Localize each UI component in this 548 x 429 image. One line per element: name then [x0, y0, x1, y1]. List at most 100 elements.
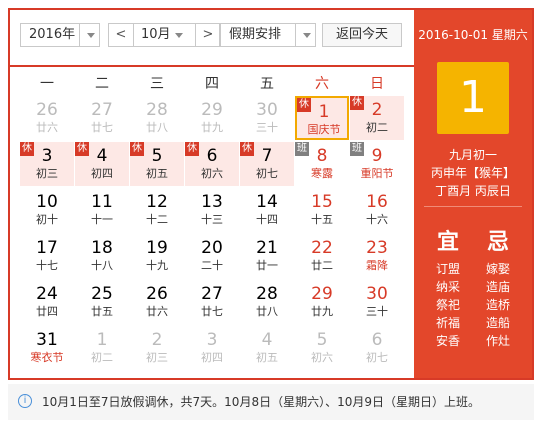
- day-cell[interactable]: 3 初四: [185, 326, 239, 370]
- day-number: 17: [36, 238, 58, 258]
- lunar-date: 九月初一: [448, 148, 497, 162]
- lunar-label: 初二: [366, 121, 388, 134]
- day-cell[interactable]: 5 初六: [295, 326, 349, 370]
- lunar-label: 初二: [91, 351, 113, 364]
- day-cell[interactable]: 4 初五: [240, 326, 294, 370]
- lunar-label: 廿四: [36, 305, 58, 318]
- day-cell[interactable]: 29 廿九: [295, 280, 349, 324]
- day-cell[interactable]: 13 十三: [185, 188, 239, 232]
- day-number: 3: [206, 330, 218, 350]
- day-number: 30: [366, 284, 388, 304]
- calendar-main: 2016年 < 10月 > 假期安排 返回今天 一 二 三 四 五 六 日 26…: [10, 10, 414, 378]
- day-cell[interactable]: 25 廿五: [75, 280, 129, 324]
- month-select[interactable]: < 10月 >: [108, 23, 220, 47]
- big-day-box: 1: [437, 62, 509, 134]
- day-cell[interactable]: 22 廿二: [295, 234, 349, 278]
- day-number: 29: [311, 284, 333, 304]
- back-to-today-button[interactable]: 返回今天: [322, 23, 402, 47]
- day-cell[interactable]: 班 8 寒露: [295, 142, 349, 186]
- day-number: 26: [36, 100, 58, 120]
- day-cell[interactable]: 1 初二: [75, 326, 129, 370]
- day-cell[interactable]: 休 3 初三: [20, 142, 74, 186]
- day-number: 8: [316, 146, 328, 166]
- day-cell[interactable]: 14 十四: [240, 188, 294, 232]
- lunar-label: 十一: [91, 213, 113, 226]
- ji-heading: 忌: [486, 230, 509, 255]
- day-cell[interactable]: 休 1 国庆节: [295, 96, 349, 140]
- lunar-label: 三十: [256, 121, 278, 134]
- lunar-label: 廿一: [256, 259, 278, 272]
- chevron-down-icon: [303, 33, 311, 38]
- day-cell[interactable]: 30 三十: [240, 96, 294, 140]
- day-number: 12: [146, 192, 168, 212]
- lunar-label: 十四: [256, 213, 278, 226]
- day-cell[interactable]: 12 十二: [130, 188, 184, 232]
- prev-month-button[interactable]: <: [109, 24, 133, 46]
- day-cell[interactable]: 10 初十: [20, 188, 74, 232]
- year-value: 2016年: [29, 27, 76, 42]
- day-cell[interactable]: 26 廿六: [130, 280, 184, 324]
- day-cell[interactable]: 6 初七: [350, 326, 404, 370]
- lunar-label: 廿七: [91, 121, 113, 134]
- holiday-select[interactable]: 假期安排: [220, 23, 316, 47]
- lunar-label: 廿二: [311, 259, 333, 272]
- day-cell[interactable]: 28 廿八: [240, 280, 294, 324]
- day-cell[interactable]: 20 二十: [185, 234, 239, 278]
- day-number: 4: [96, 146, 108, 166]
- next-month-button[interactable]: >: [196, 24, 220, 46]
- day-cell[interactable]: 31 寒衣节: [20, 326, 74, 370]
- day-cell[interactable]: 15 十五: [295, 188, 349, 232]
- day-cell[interactable]: 27 廿七: [75, 96, 129, 140]
- lunar-label: 廿五: [91, 305, 113, 318]
- day-cell[interactable]: 休 5 初五: [130, 142, 184, 186]
- day-cell[interactable]: 19 十九: [130, 234, 184, 278]
- lunar-label: 廿六: [36, 121, 58, 134]
- day-cell[interactable]: 24 廿四: [20, 280, 74, 324]
- day-cell[interactable]: 休 4 初四: [75, 142, 129, 186]
- weekday-label: 四: [205, 76, 219, 92]
- day-cell[interactable]: 21 廿一: [240, 234, 294, 278]
- day-number: 16: [366, 192, 388, 212]
- day-cell[interactable]: 27 廿七: [185, 280, 239, 324]
- notice-text: 10月1日至7日放假调休，共7天。10月8日（星期六）、10月9日（星期日）上班…: [42, 395, 480, 409]
- lunar-label: 初四: [201, 351, 223, 364]
- day-cell[interactable]: 16 十六: [350, 188, 404, 232]
- day-cell[interactable]: 18 十八: [75, 234, 129, 278]
- lunar-label: 廿八: [256, 305, 278, 318]
- day-cell[interactable]: 班 9 重阳节: [350, 142, 404, 186]
- weekday-label: 一: [40, 76, 54, 92]
- day-number: 24: [36, 284, 58, 304]
- lunar-label: 十二: [146, 213, 168, 226]
- day-cell[interactable]: 2 初三: [130, 326, 184, 370]
- lunar-label: 重阳节: [360, 167, 394, 180]
- lunar-label: 二十: [201, 259, 223, 272]
- weekday-label: 日: [370, 76, 384, 92]
- day-number: 4: [261, 330, 273, 350]
- day-number: 9: [371, 146, 383, 166]
- day-cell[interactable]: 休 6 初六: [185, 142, 239, 186]
- day-number: 6: [371, 330, 383, 350]
- divider: [424, 206, 522, 207]
- day-cell[interactable]: 休 2 初二: [350, 96, 404, 140]
- day-cell[interactable]: 28 廿八: [130, 96, 184, 140]
- day-cell[interactable]: 26 廿六: [20, 96, 74, 140]
- day-number: 11: [91, 192, 113, 212]
- day-cell[interactable]: 30 三十: [350, 280, 404, 324]
- day-cell[interactable]: 休 7 初七: [240, 142, 294, 186]
- day-cell[interactable]: 17 十七: [20, 234, 74, 278]
- day-number: 23: [366, 238, 388, 258]
- calendar-widget: 2016年 < 10月 > 假期安排 返回今天 一 二 三 四 五 六 日 26…: [8, 8, 534, 380]
- lunar-label: 国庆节: [307, 123, 341, 136]
- lunar-info: 九月初一 丙申年【猴年】 丁酉月 丙辰日: [414, 146, 532, 200]
- selected-date: 2016-10-01 星期六: [418, 28, 528, 42]
- day-cell[interactable]: 29 廿九: [185, 96, 239, 140]
- year-select[interactable]: 2016年: [20, 23, 100, 47]
- day-cell[interactable]: 23 霜降: [350, 234, 404, 278]
- weekday-label: 五: [260, 76, 274, 92]
- lunar-label: 廿七: [201, 305, 223, 318]
- holiday-notice: i 10月1日至7日放假调休，共7天。10月8日（星期六）、10月9日（星期日）…: [8, 384, 534, 420]
- day-cell[interactable]: 11 十一: [75, 188, 129, 232]
- lunar-label: 三十: [366, 305, 388, 318]
- lunar-label: 廿六: [146, 305, 168, 318]
- day-grid: 26 廿六 27 廿七 28 廿八 29 廿九 30 三十休 1 国庆节休 2 初二休 3 初三休 4 初四休 5 初…: [10, 96, 414, 376]
